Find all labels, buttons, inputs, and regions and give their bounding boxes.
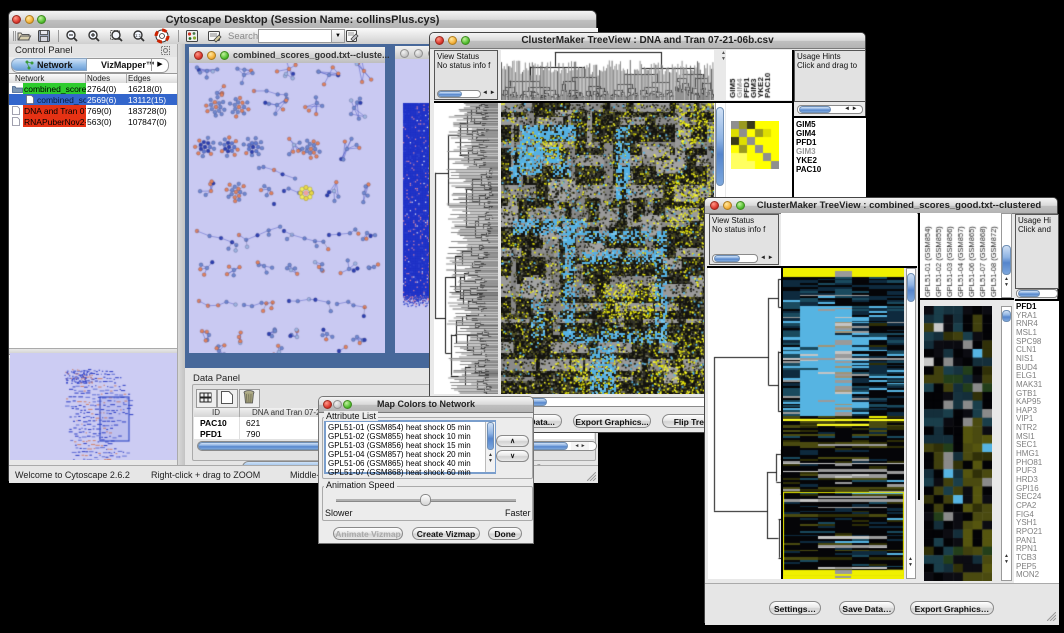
svg-text:1:1: 1:1 <box>135 33 142 38</box>
